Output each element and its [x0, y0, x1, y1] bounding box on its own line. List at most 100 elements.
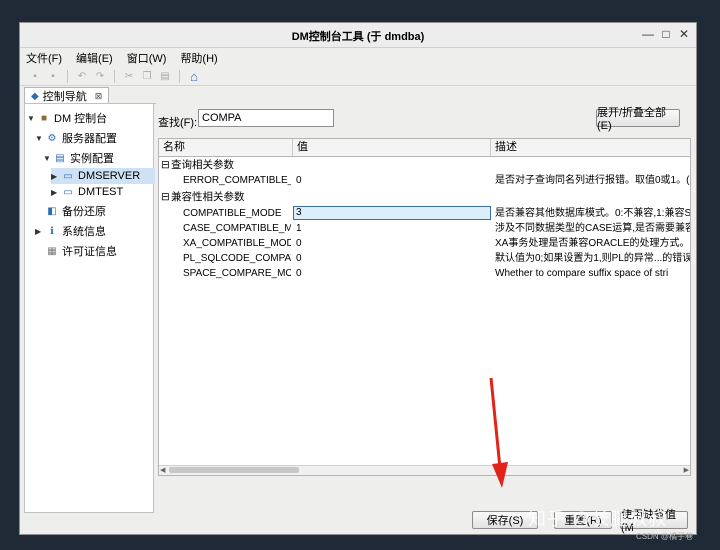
- param-name: PL_SQLCODE_COMPAT: [183, 253, 291, 264]
- expand-toggle-icon[interactable]: ▼: [43, 154, 53, 163]
- server-icon: ▭: [63, 186, 73, 198]
- param-description: 是否兼容其他数据库模式。0:不兼容,1:兼容S: [495, 208, 691, 219]
- param-value[interactable]: 0: [296, 173, 486, 188]
- tree-item-backup-restore[interactable]: ◧ 备份还原: [35, 203, 106, 219]
- menu-file[interactable]: 文件(F): [26, 50, 62, 66]
- search-label: 查找(F):: [158, 117, 198, 129]
- tab-control-nav[interactable]: ◆ 控制导航 ⊠: [24, 87, 110, 104]
- group-row-query-params[interactable]: ⊟ 查询相关参数: [159, 158, 690, 173]
- column-header-name[interactable]: 名称: [159, 139, 293, 156]
- toolbar: ▪ ▪ ↶ ↷ ✂ ❐ ▤ ⌂: [20, 67, 696, 86]
- param-name: COMPATIBLE_MODE: [183, 208, 282, 219]
- tree-item-dm-console[interactable]: ▼ ■ DM 控制台: [27, 110, 107, 126]
- license-icon: ▦: [47, 245, 57, 257]
- expand-toggle-icon[interactable]: ▼: [27, 114, 37, 123]
- collapse-icon[interactable]: ⊟: [161, 158, 170, 173]
- tree-item-label: 许可证信息: [62, 246, 117, 258]
- undo-icon[interactable]: ↶: [75, 69, 89, 83]
- param-value[interactable]: 0: [296, 266, 486, 281]
- save-all-icon[interactable]: ▪: [46, 69, 60, 83]
- menu-help[interactable]: 帮助(H): [180, 50, 217, 66]
- tree-item-system-info[interactable]: ▶ ℹ 系统信息: [35, 223, 106, 239]
- expand-toggle-icon[interactable]: ▶: [51, 172, 61, 181]
- maximize-icon[interactable]: □: [658, 27, 674, 41]
- tree-item-label: DM 控制台: [54, 113, 108, 125]
- expand-toggle-icon[interactable]: ▶: [51, 188, 61, 197]
- tree-item-label: DMSERVER: [78, 170, 141, 182]
- table-row[interactable]: ERROR_COMPATIBLE_F 0 是否对子查询同名列进行报错。取值0或1…: [159, 173, 690, 188]
- menu-bar: 文件(F) 编辑(E) 窗口(W) 帮助(H): [20, 48, 696, 67]
- param-description: 默认值为0;如果设置为1,则PL的异常...的错误: [495, 253, 691, 264]
- watermark: 知乎 @长腿叔叔: [528, 509, 668, 529]
- param-value-editor[interactable]: 3: [293, 206, 491, 220]
- toolbar-divider: [179, 69, 180, 83]
- toolbar-divider: [67, 69, 68, 83]
- redo-icon[interactable]: ↷: [93, 69, 107, 83]
- param-description: 涉及不同数据类型的CASE运算,是否需要兼容: [495, 223, 691, 234]
- param-description: XA事务处理是否兼容ORACLE的处理方式。(: [495, 238, 691, 249]
- group-row-compat-params[interactable]: ⊟ 兼容性相关参数: [159, 190, 690, 205]
- tree-item-label: 实例配置: [70, 153, 114, 165]
- cut-icon[interactable]: ✂: [122, 69, 136, 83]
- tree-item-label: DMTEST: [78, 186, 124, 198]
- title-bar: DM控制台工具 (于 dmdba) — □ ✕: [20, 23, 696, 48]
- group-label: 兼容性相关参数: [171, 191, 245, 203]
- scroll-left-icon[interactable]: ◀: [160, 466, 165, 474]
- close-icon[interactable]: ✕: [676, 27, 692, 41]
- tree-item-instance-config[interactable]: ▼ ▤ 实例配置: [43, 150, 114, 166]
- expand-toggle-icon[interactable]: ▼: [35, 134, 45, 143]
- minimize-icon[interactable]: —: [640, 27, 656, 41]
- tree-item-dmserver[interactable]: ▶ ▭ DMSERVER: [51, 168, 155, 184]
- tab-close-icon[interactable]: ⊠: [95, 91, 103, 102]
- info-icon: ℹ: [50, 225, 54, 237]
- param-name: SPACE_COMPARE_MOI: [183, 268, 291, 279]
- tree-item-license-info[interactable]: ▦ 许可证信息: [35, 243, 117, 259]
- tree-item-label: 系统信息: [62, 226, 106, 238]
- scrollbar-thumb[interactable]: [169, 467, 299, 473]
- arrow-shaft: [489, 377, 502, 469]
- table-row[interactable]: SPACE_COMPARE_MOI 0 Whether to compare s…: [159, 266, 690, 281]
- column-header-description[interactable]: 描述: [491, 139, 690, 156]
- paste-icon[interactable]: ▤: [158, 69, 172, 83]
- save-icon[interactable]: ▪: [28, 69, 42, 83]
- arrow-head: [492, 462, 508, 488]
- parameter-panel: 查找(F): 展开/折叠全部(E) 名称 值 描述 ⊟ 查询相关参数 ERROR…: [156, 103, 694, 534]
- menu-window[interactable]: 窗口(W): [127, 50, 167, 66]
- group-label: 查询相关参数: [171, 159, 234, 171]
- table-row[interactable]: CASE_COMPATIBLE_MC 1 涉及不同数据类型的CASE运算,是否需…: [159, 221, 690, 236]
- scroll-right-icon[interactable]: ▶: [684, 466, 689, 474]
- horizontal-scrollbar[interactable]: ◀ ▶: [159, 465, 690, 475]
- collapse-icon[interactable]: ⊟: [161, 190, 170, 205]
- table-row[interactable]: COMPATIBLE_MODE 3 是否兼容其他数据库模式。0:不兼容,1:兼容…: [159, 206, 690, 221]
- view-tab-bar: ◆ 控制导航 ⊠: [24, 87, 694, 104]
- tree-item-server-config[interactable]: ▼ ⚙ 服务器配置: [35, 130, 117, 146]
- toolbar-divider: [114, 69, 115, 83]
- param-name: ERROR_COMPATIBLE_F: [183, 175, 291, 186]
- table-row[interactable]: PL_SQLCODE_COMPAT 0 默认值为0;如果设置为1,则PL的异常.…: [159, 251, 690, 266]
- menu-edit[interactable]: 编辑(E): [76, 50, 113, 66]
- param-value[interactable]: 0: [296, 251, 486, 266]
- column-header-value[interactable]: 值: [293, 139, 491, 156]
- param-value[interactable]: 1: [296, 221, 486, 236]
- search-input[interactable]: [198, 109, 334, 127]
- navigator-icon: ◆: [31, 90, 39, 102]
- window-title: DM控制台工具 (于 dmdba): [291, 31, 425, 43]
- backup-icon: ◧: [47, 205, 57, 217]
- param-value[interactable]: 0: [296, 236, 486, 251]
- db-icon: ■: [40, 112, 48, 124]
- gear-icon: ⚙: [47, 132, 57, 144]
- table-header: 名称 值 描述: [159, 139, 690, 157]
- parameter-table: 名称 值 描述 ⊟ 查询相关参数 ERROR_COMPATIBLE_F 0 是否…: [158, 138, 691, 476]
- param-description: Whether to compare suffix space of stri: [495, 268, 669, 279]
- copy-icon[interactable]: ❐: [140, 69, 154, 83]
- csdn-credit: CSDN @橘子巷: [636, 532, 694, 541]
- app-window: DM控制台工具 (于 dmdba) — □ ✕ 文件(F) 编辑(E) 窗口(W…: [19, 22, 697, 535]
- table-row[interactable]: XA_COMPATIBLE_MOD 0 XA事务处理是否兼容ORACLE的处理方…: [159, 236, 690, 251]
- navigation-tree: ▼ ■ DM 控制台 ▼ ⚙ 服务器配置 ▼ ▤ 实例配置 ▶ ▭ DMSERV…: [24, 103, 155, 513]
- tree-item-dmtest[interactable]: ▶ ▭ DMTEST: [51, 184, 123, 200]
- home-icon[interactable]: ⌂: [187, 69, 201, 84]
- expand-toggle-icon[interactable]: ▶: [35, 227, 45, 236]
- instance-icon: ▤: [55, 152, 65, 164]
- expand-collapse-all-button[interactable]: 展开/折叠全部(E): [596, 107, 680, 132]
- param-name: CASE_COMPATIBLE_MC: [183, 223, 291, 234]
